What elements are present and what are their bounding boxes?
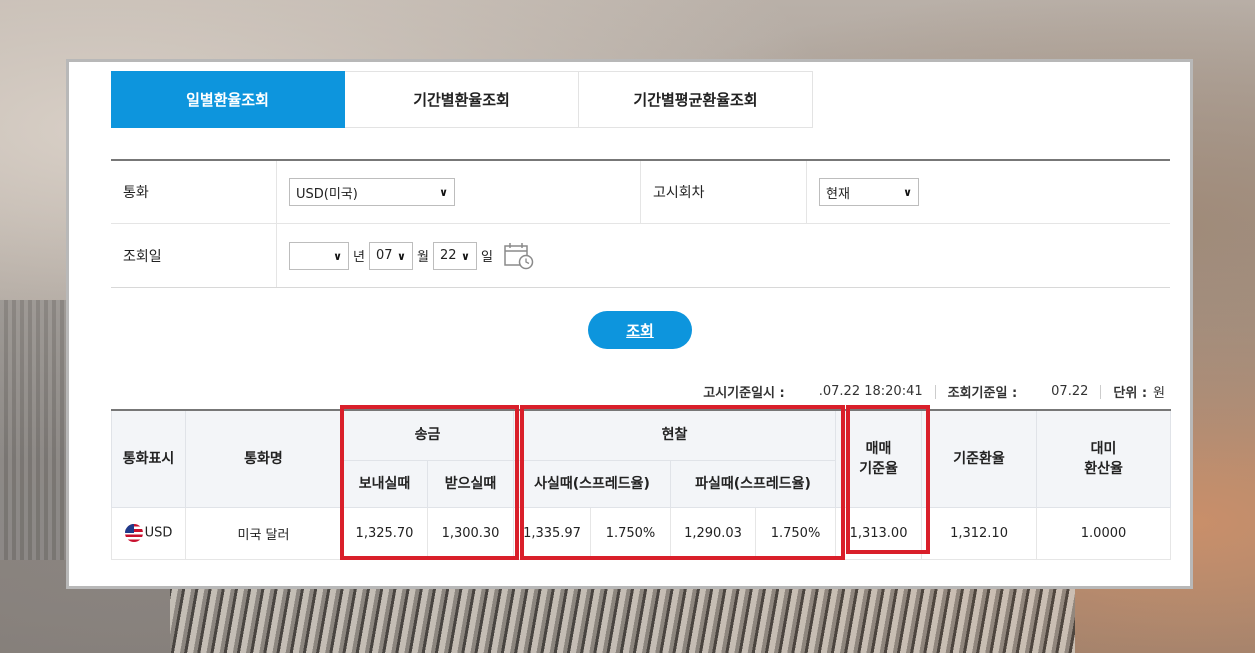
table-row: USD 미국 달러 1,325.70 1,300.30 1,335.97 1.7… bbox=[111, 506, 1172, 560]
chevron-down-icon: ∨ bbox=[333, 249, 342, 263]
month-select[interactable]: 07 ∨ bbox=[368, 241, 413, 270]
cash-buy-spread: 1.750% bbox=[590, 506, 672, 560]
currency-label: 통화 bbox=[111, 161, 277, 223]
form-row-date: 조회일 ∨ 년 07 ∨ 월 22 ∨ 일 bbox=[111, 224, 1170, 287]
unit-value: 원 bbox=[1153, 386, 1165, 401]
header-remit-send: 보내실때 bbox=[341, 459, 428, 508]
currency-code-cell: USD bbox=[111, 506, 186, 560]
search-form: 통화 USD(미국) ∨ 고시회차 현재 ∨ 조회일 ∨ 년 07 ∨ 월 22… bbox=[111, 159, 1170, 288]
round-field-cell: 현재 ∨ bbox=[807, 161, 919, 223]
cash-sell-spread: 1.750% bbox=[755, 506, 837, 560]
date-label: 조회일 bbox=[111, 224, 277, 287]
header-usd-conversion-rate: 대미 환산율 bbox=[1036, 409, 1172, 508]
round-select-value: 현재 bbox=[826, 186, 850, 202]
currency-select[interactable]: USD(미국) ∨ bbox=[289, 178, 455, 206]
tab-period-rate[interactable]: 기간별환율조회 bbox=[345, 71, 579, 128]
usd-conversion-value: 1.0000 bbox=[1036, 506, 1172, 560]
header-cash-sell: 파실때(스프레드율) bbox=[670, 459, 837, 508]
trade-base-rate-value: 1,313.00 bbox=[835, 506, 923, 560]
unit-label: 단위 : bbox=[1113, 386, 1148, 401]
cash-buy-value: 1,335.97 bbox=[513, 506, 592, 560]
header-trade-base-rate: 매매 기준율 bbox=[835, 409, 923, 508]
chevron-down-icon: ∨ bbox=[439, 186, 448, 199]
chevron-down-icon: ∨ bbox=[903, 186, 912, 199]
cash-sell-value: 1,290.03 bbox=[670, 506, 757, 560]
header-currency-name: 통화명 bbox=[185, 409, 342, 508]
month-select-value: 07 bbox=[375, 248, 393, 263]
background-decoration bbox=[0, 300, 70, 560]
round-select[interactable]: 현재 ∨ bbox=[819, 178, 919, 206]
exchange-rate-table: 통화표시 통화명 송금 현찰 매매 기준율 기준환율 대미 환산율 보내실때 받… bbox=[111, 409, 1172, 560]
divider bbox=[1100, 384, 1102, 399]
exchange-rate-panel: 일별환율조회 기간별환율조회 기간별평균환율조회 통화 USD(미국) ∨ 고시… bbox=[66, 59, 1193, 589]
header-currency-code: 통화표시 bbox=[111, 409, 186, 508]
header-cash: 현찰 bbox=[513, 409, 837, 461]
calendar-icon[interactable] bbox=[503, 241, 535, 271]
tab-period-average-rate[interactable]: 기간별평균환율조회 bbox=[579, 71, 813, 128]
form-row-currency: 통화 USD(미국) ∨ 고시회차 현재 ∨ bbox=[111, 161, 1170, 224]
divider bbox=[934, 384, 936, 399]
tab-bar: 일별환율조회 기간별환율조회 기간별평균환율조회 bbox=[111, 71, 813, 128]
base-rate-value: 1,312.10 bbox=[921, 506, 1038, 560]
remit-send-value: 1,325.70 bbox=[341, 506, 428, 560]
search-button[interactable]: 조회 bbox=[588, 311, 692, 349]
day-unit: 일 bbox=[480, 250, 493, 265]
currency-code: USD bbox=[144, 525, 173, 541]
day-select[interactable]: 22 ∨ bbox=[432, 241, 477, 270]
year-select[interactable]: ∨ bbox=[289, 241, 349, 270]
currency-select-value: USD(미국) bbox=[296, 186, 358, 202]
header-base-rate: 기준환율 bbox=[921, 409, 1038, 508]
header-remit-receive: 받으실때 bbox=[426, 459, 515, 508]
day-select-value: 22 bbox=[439, 248, 457, 263]
remit-receive-value: 1,300.30 bbox=[426, 506, 515, 560]
date-field-cell: ∨ 년 07 ∨ 월 22 ∨ 일 bbox=[277, 224, 535, 287]
currency-field-cell: USD(미국) ∨ bbox=[277, 161, 641, 223]
notice-datetime-label: 고시기준일시 : bbox=[703, 386, 785, 401]
query-date-value: 07.22 bbox=[1051, 384, 1089, 399]
us-flag-icon bbox=[124, 524, 143, 542]
currency-name: 미국 달러 bbox=[185, 506, 342, 560]
background-banknotes bbox=[170, 583, 1075, 653]
chevron-down-icon: ∨ bbox=[461, 249, 470, 263]
header-cash-buy: 사실때(스프레드율) bbox=[513, 459, 672, 508]
query-date-label: 조회기준일 : bbox=[947, 386, 1018, 401]
year-unit: 년 bbox=[353, 250, 365, 265]
month-unit: 월 bbox=[416, 250, 429, 265]
notice-datetime-value: .07.22 18:20:41 bbox=[818, 384, 923, 399]
tab-daily-rate[interactable]: 일별환율조회 bbox=[111, 71, 345, 128]
header-remittance: 송금 bbox=[340, 409, 515, 461]
notice-info: 고시기준일시 : .07.22 18:20:41 조회기준일 : 07.22 단… bbox=[703, 382, 1165, 401]
round-label: 고시회차 bbox=[641, 161, 807, 223]
table-header-row: 통화표시 통화명 송금 현찰 매매 기준율 기준환율 대미 환산율 bbox=[111, 409, 1172, 508]
chevron-down-icon: ∨ bbox=[397, 249, 406, 263]
